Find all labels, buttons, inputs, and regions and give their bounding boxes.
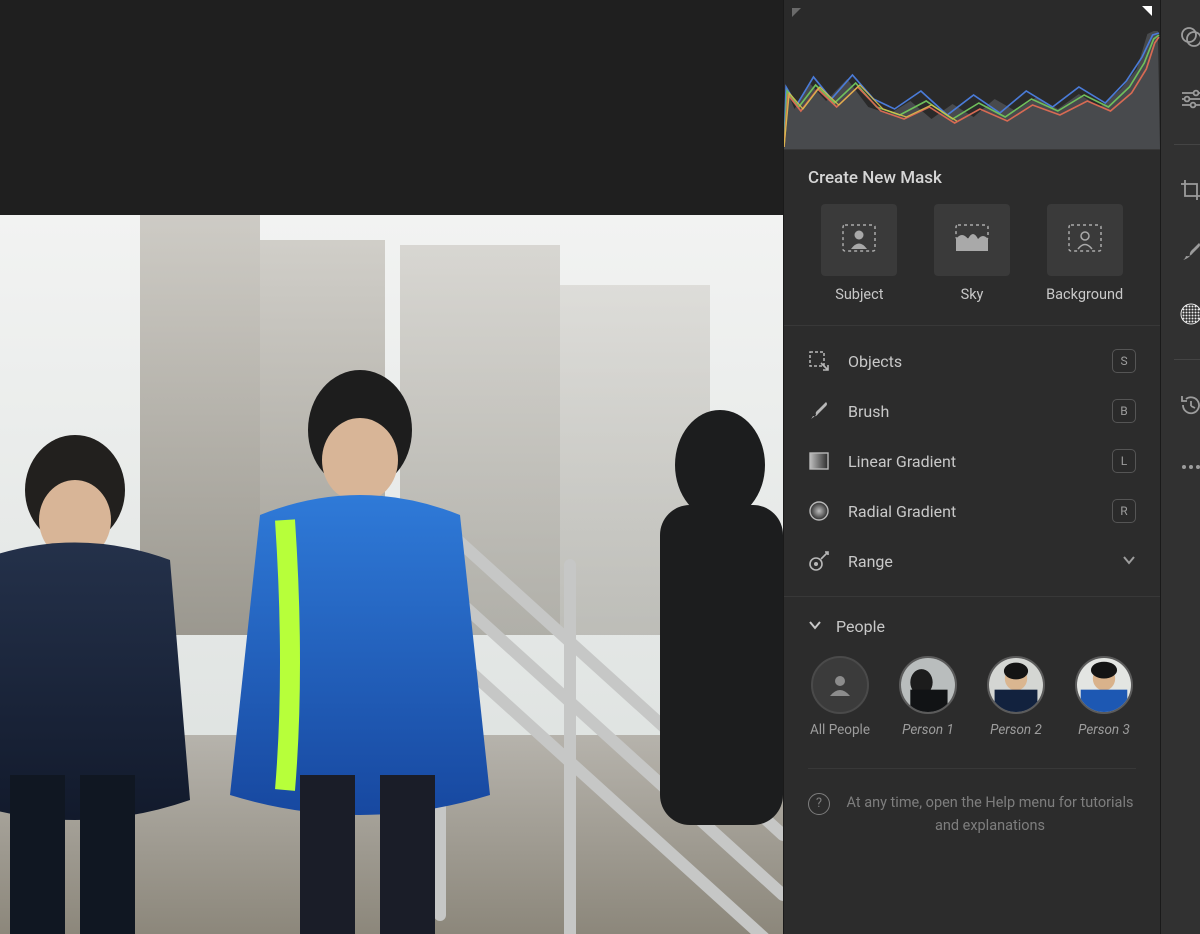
people-section: People All People Person 1 [784, 597, 1160, 837]
mask-tile-label: Background [1046, 286, 1123, 303]
mask-tile-label: Sky [961, 286, 984, 303]
mask-tool-label: Linear Gradient [848, 452, 1094, 471]
create-new-mask-title: Create New Mask [808, 168, 1136, 188]
shortcut-key: B [1112, 399, 1136, 423]
person-label: Person 1 [902, 722, 954, 738]
subject-mask-icon [842, 224, 876, 256]
mask-tool-label: Range [848, 552, 1098, 571]
healing-tool-icon[interactable] [1174, 235, 1200, 269]
mask-tool-label: Brush [848, 402, 1094, 421]
toolbar-divider [1174, 144, 1200, 145]
mask-tool-objects[interactable]: Objects S [808, 336, 1136, 386]
people-person-3[interactable]: Person 3 [1068, 656, 1140, 738]
masking-tool-icon[interactable] [1174, 297, 1200, 331]
mask-tools-list: Objects S Brush B Linear Gradient L [784, 326, 1160, 597]
mask-tool-radial-gradient[interactable]: Radial Gradient R [808, 486, 1136, 536]
person-label: All People [810, 722, 870, 738]
objects-icon [808, 350, 830, 372]
range-icon [808, 550, 830, 572]
people-section-header[interactable]: People [784, 597, 1160, 646]
person-label: Person 2 [990, 722, 1042, 738]
chevron-down-icon [1122, 552, 1136, 571]
mask-tool-label: Radial Gradient [848, 502, 1094, 521]
crop-tool-icon[interactable] [1174, 173, 1200, 207]
help-hint-text: At any time, open the Help menu for tuto… [844, 791, 1136, 837]
highlight-clipping-icon[interactable] [1142, 6, 1152, 16]
people-person-2[interactable]: Person 2 [980, 656, 1052, 738]
versions-tool-icon[interactable] [1174, 388, 1200, 422]
people-all[interactable]: All People [804, 656, 876, 738]
right-toolbar [1160, 0, 1200, 934]
brush-icon [808, 400, 830, 422]
mask-tool-linear-gradient[interactable]: Linear Gradient L [808, 436, 1136, 486]
mask-tool-range[interactable]: Range [808, 536, 1136, 586]
shadow-clipping-icon[interactable] [792, 8, 801, 17]
toolbar-divider [1174, 359, 1200, 360]
avatar [811, 656, 869, 714]
edit-panel: Create New Mask Subject [783, 0, 1160, 934]
mask-tile-sky[interactable]: Sky [921, 204, 1024, 303]
photo-preview [0, 215, 783, 934]
help-icon[interactable]: ? [808, 793, 830, 815]
mask-tile-label: Subject [835, 286, 883, 303]
mask-tile-background[interactable]: Background [1033, 204, 1136, 303]
sky-mask-icon [955, 224, 989, 256]
people-person-1[interactable]: Person 1 [892, 656, 964, 738]
mask-tool-brush[interactable]: Brush B [808, 386, 1136, 436]
histogram[interactable] [784, 0, 1160, 150]
person-label: Person 3 [1078, 722, 1130, 738]
linear-gradient-icon [808, 450, 830, 472]
avatar [1075, 656, 1133, 714]
shortcut-key: S [1112, 349, 1136, 373]
more-tool-icon[interactable] [1174, 450, 1200, 484]
background-mask-icon [1068, 224, 1102, 256]
presets-tool-icon[interactable] [1174, 20, 1200, 54]
help-hint: ? At any time, open the Help menu for tu… [808, 768, 1136, 837]
mask-tile-subject[interactable]: Subject [808, 204, 911, 303]
mask-tool-label: Objects [848, 352, 1094, 371]
chevron-down-icon [808, 617, 822, 636]
shortcut-key: L [1112, 449, 1136, 473]
shortcut-key: R [1112, 499, 1136, 523]
avatar [987, 656, 1045, 714]
create-new-mask-section: Create New Mask Subject [784, 150, 1160, 326]
radial-gradient-icon [808, 500, 830, 522]
photo-canvas[interactable] [0, 0, 783, 934]
people-section-label: People [836, 617, 885, 636]
edit-sliders-icon[interactable] [1174, 82, 1200, 116]
avatar [899, 656, 957, 714]
